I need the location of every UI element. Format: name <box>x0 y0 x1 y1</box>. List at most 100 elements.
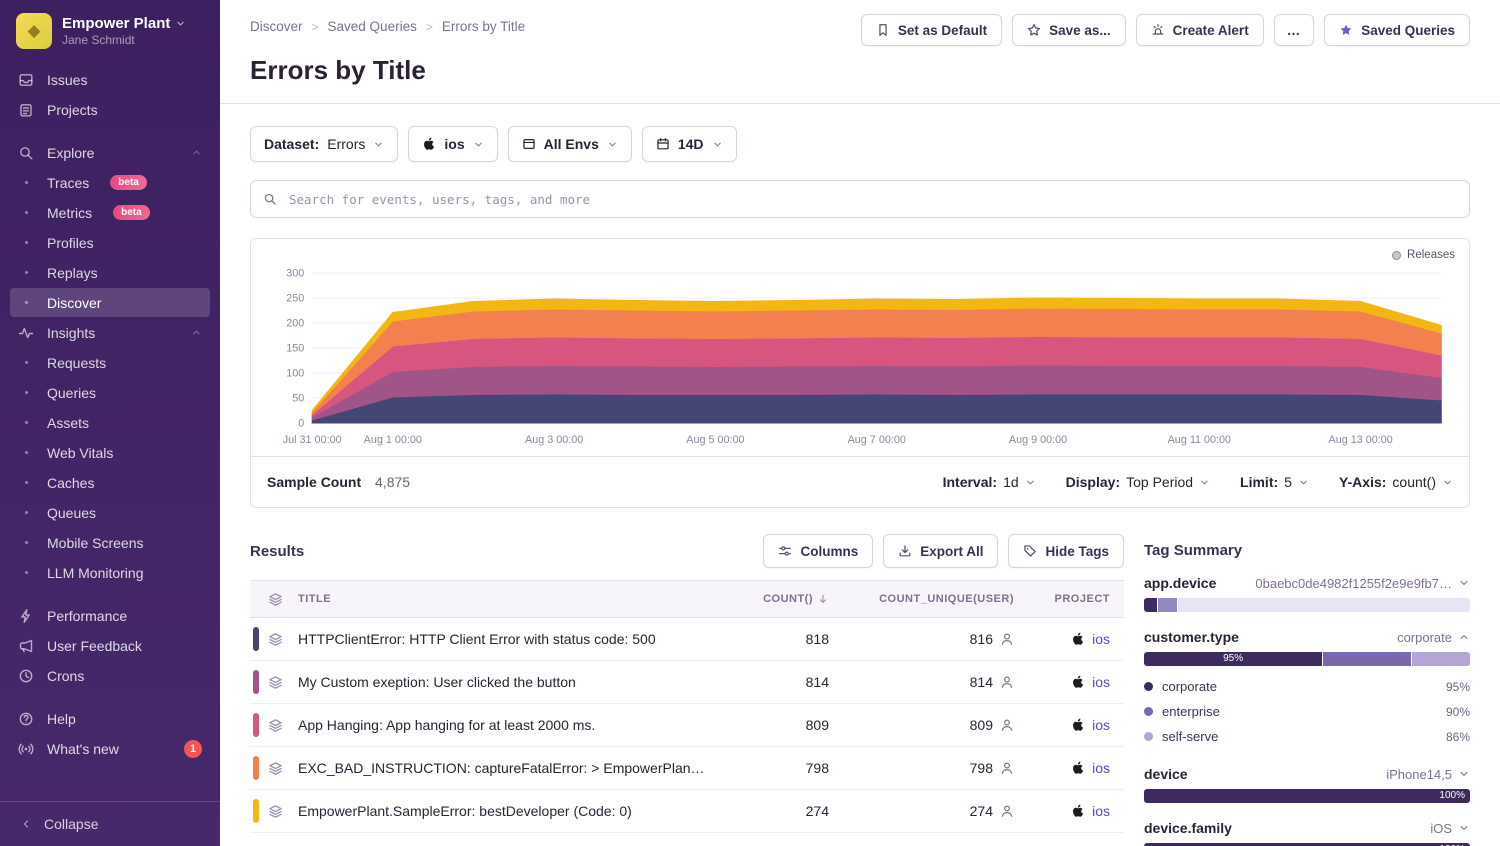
row-title[interactable]: My Custom exeption: User clicked the but… <box>298 674 719 690</box>
tag-bar-percent: 100% <box>1144 789 1470 803</box>
sample-count: Sample Count 4,875 <box>267 474 410 490</box>
yaxis-select[interactable]: Y-Axis: count() <box>1339 474 1453 490</box>
stack-icon <box>268 718 283 733</box>
sidebar-item-insights[interactable]: Insights <box>10 318 210 347</box>
breadcrumb-discover[interactable]: Discover <box>250 19 303 34</box>
sidebar-item-metrics[interactable]: Metricsbeta <box>10 198 210 227</box>
project-link[interactable]: ios <box>1092 803 1110 819</box>
tag-toggle[interactable]: iPhone14,5 <box>1386 767 1470 782</box>
sidebar-item-queues[interactable]: Queues <box>10 498 210 527</box>
tag-value-row[interactable]: corporate95% <box>1144 674 1470 699</box>
svg-text:Aug 11 00:00: Aug 11 00:00 <box>1168 434 1231 446</box>
row-title[interactable]: App Hanging: App hanging for at least 20… <box>298 717 719 733</box>
interval-select[interactable]: Interval: 1d <box>943 474 1036 490</box>
sidebar-item-web-vitals[interactable]: Web Vitals <box>10 438 210 467</box>
row-title[interactable]: HTTPClientError: HTTP Client Error with … <box>298 631 719 647</box>
chevron-up-icon <box>1458 631 1470 643</box>
chart-panel: Releases 050100150200250300Jul 31 00:00A… <box>250 238 1470 508</box>
beta-badge: beta <box>110 175 147 190</box>
org-switcher[interactable]: ◆ Empower Plant Jane Schmidt <box>0 0 220 58</box>
sidebar-item-issues[interactable]: Issues <box>10 65 210 94</box>
save-as-button[interactable]: Save as... <box>1012 14 1126 46</box>
set-as-default-button[interactable]: Set as Default <box>861 14 1002 46</box>
project-link[interactable]: ios <box>1092 760 1110 776</box>
sidebar-collapse-button[interactable]: Collapse <box>0 801 220 846</box>
columns-button[interactable]: Columns <box>763 534 873 568</box>
sidebar-item-performance[interactable]: Performance <box>10 601 210 630</box>
tag-toggle[interactable]: iOS <box>1430 821 1470 836</box>
breadcrumb-saved-queries[interactable]: Saved Queries <box>328 19 417 34</box>
svg-text:Aug 5 00:00: Aug 5 00:00 <box>686 434 744 446</box>
svg-text:200: 200 <box>286 317 304 329</box>
chevron-down-icon <box>1298 477 1309 488</box>
table-row[interactable]: EmpowerPlant.SampleError: happyCustomer … <box>250 833 1124 846</box>
search-input[interactable] <box>287 191 1457 208</box>
hide-tags-button[interactable]: Hide Tags <box>1008 534 1124 568</box>
sidebar-item-help[interactable]: Help <box>10 704 210 733</box>
row-title[interactable]: EmpowerPlant.SampleError: bestDeveloper … <box>298 803 719 819</box>
sidebar-item-assets[interactable]: Assets <box>10 408 210 437</box>
sidebar-item-traces[interactable]: Tracesbeta <box>10 168 210 197</box>
display-select[interactable]: Display: Top Period <box>1066 474 1210 490</box>
column-project[interactable]: PROJECT <box>1014 593 1124 605</box>
table-row[interactable]: HTTPClientError: HTTP Client Error with … <box>250 618 1124 661</box>
more-options-button[interactable]: … <box>1274 14 1315 46</box>
sidebar-item-discover[interactable]: Discover <box>10 288 210 317</box>
row-count-unique: 274 <box>829 803 1014 819</box>
tag-distribution-bar[interactable]: 100% <box>1144 789 1470 803</box>
sidebar-item-mobile-screens[interactable]: Mobile Screens <box>10 528 210 557</box>
sidebar-item-caches[interactable]: Caches <box>10 468 210 497</box>
tag-value-row[interactable]: enterprise90% <box>1144 699 1470 724</box>
releases-legend[interactable]: Releases <box>1392 249 1455 261</box>
environment-filter[interactable]: All Envs <box>508 126 632 162</box>
breadcrumb-separator: > <box>312 20 319 34</box>
series-color-swatch <box>253 627 259 651</box>
sidebar-item-user-feedback[interactable]: User Feedback <box>10 631 210 660</box>
dataset-filter[interactable]: Dataset: Errors <box>250 126 398 162</box>
sidebar-item-profiles[interactable]: Profiles <box>10 228 210 257</box>
sidebar-item-replays[interactable]: Replays <box>10 258 210 287</box>
limit-select[interactable]: Limit: 5 <box>1240 474 1309 490</box>
sidebar-item-crons[interactable]: Crons <box>10 661 210 690</box>
page-header: Discover > Saved Queries > Errors by Tit… <box>220 0 1500 104</box>
lightning-icon <box>18 608 34 624</box>
sidebar-item-queries[interactable]: Queries <box>10 378 210 407</box>
siren-icon <box>1151 23 1165 37</box>
column-title[interactable]: TITLE <box>298 593 719 605</box>
export-all-button[interactable]: Export All <box>883 534 998 568</box>
project-link[interactable]: ios <box>1092 631 1110 647</box>
table-row[interactable]: EXC_BAD_INSTRUCTION: captureFatalError: … <box>250 747 1124 790</box>
sidebar-item-explore[interactable]: Explore <box>10 138 210 167</box>
saved-queries-button[interactable]: Saved Queries <box>1324 14 1470 46</box>
results-title: Results <box>250 543 304 560</box>
tag-distribution-bar[interactable]: 95% <box>1144 652 1470 666</box>
bullet-icon <box>18 421 34 424</box>
org-name: Empower Plant <box>62 15 170 32</box>
project-link[interactable]: ios <box>1092 674 1110 690</box>
sidebar-item-llm-monitoring[interactable]: LLM Monitoring <box>10 558 210 587</box>
sidebar-item-projects[interactable]: Projects <box>10 95 210 124</box>
bullet-icon <box>18 361 34 364</box>
tag-value-label: corporate <box>1162 679 1217 694</box>
series-color-swatch <box>253 713 259 737</box>
project-filter[interactable]: ios <box>408 126 497 162</box>
date-range-filter[interactable]: 14D <box>642 126 737 162</box>
table-row[interactable]: My Custom exeption: User clicked the but… <box>250 661 1124 704</box>
tag-value-row[interactable]: self-serve86% <box>1144 724 1470 749</box>
explore-subnav: TracesbetaMetricsbetaProfilesReplaysDisc… <box>0 168 220 317</box>
tag-toggle[interactable]: 0baebc0de4982f1255f2e9e9fb7… <box>1255 576 1470 591</box>
tag-toggle[interactable]: corporate <box>1397 630 1470 645</box>
table-row[interactable]: App Hanging: App hanging for at least 20… <box>250 704 1124 747</box>
sidebar-item-requests[interactable]: Requests <box>10 348 210 377</box>
tag-distribution-bar[interactable] <box>1144 598 1470 612</box>
row-title[interactable]: EXC_BAD_INSTRUCTION: captureFatalError: … <box>298 760 719 776</box>
column-count[interactable]: COUNT() <box>719 593 829 605</box>
svg-text:250: 250 <box>286 292 304 304</box>
row-count: 809 <box>719 717 829 733</box>
sidebar-item-whats-new[interactable]: What's new 1 <box>10 734 210 763</box>
table-row[interactable]: EmpowerPlant.SampleError: bestDeveloper … <box>250 790 1124 833</box>
project-link[interactable]: ios <box>1092 717 1110 733</box>
create-alert-button[interactable]: Create Alert <box>1136 14 1264 46</box>
stack-icon <box>268 675 283 690</box>
column-count-unique[interactable]: COUNT_UNIQUE(USER) <box>829 593 1014 605</box>
